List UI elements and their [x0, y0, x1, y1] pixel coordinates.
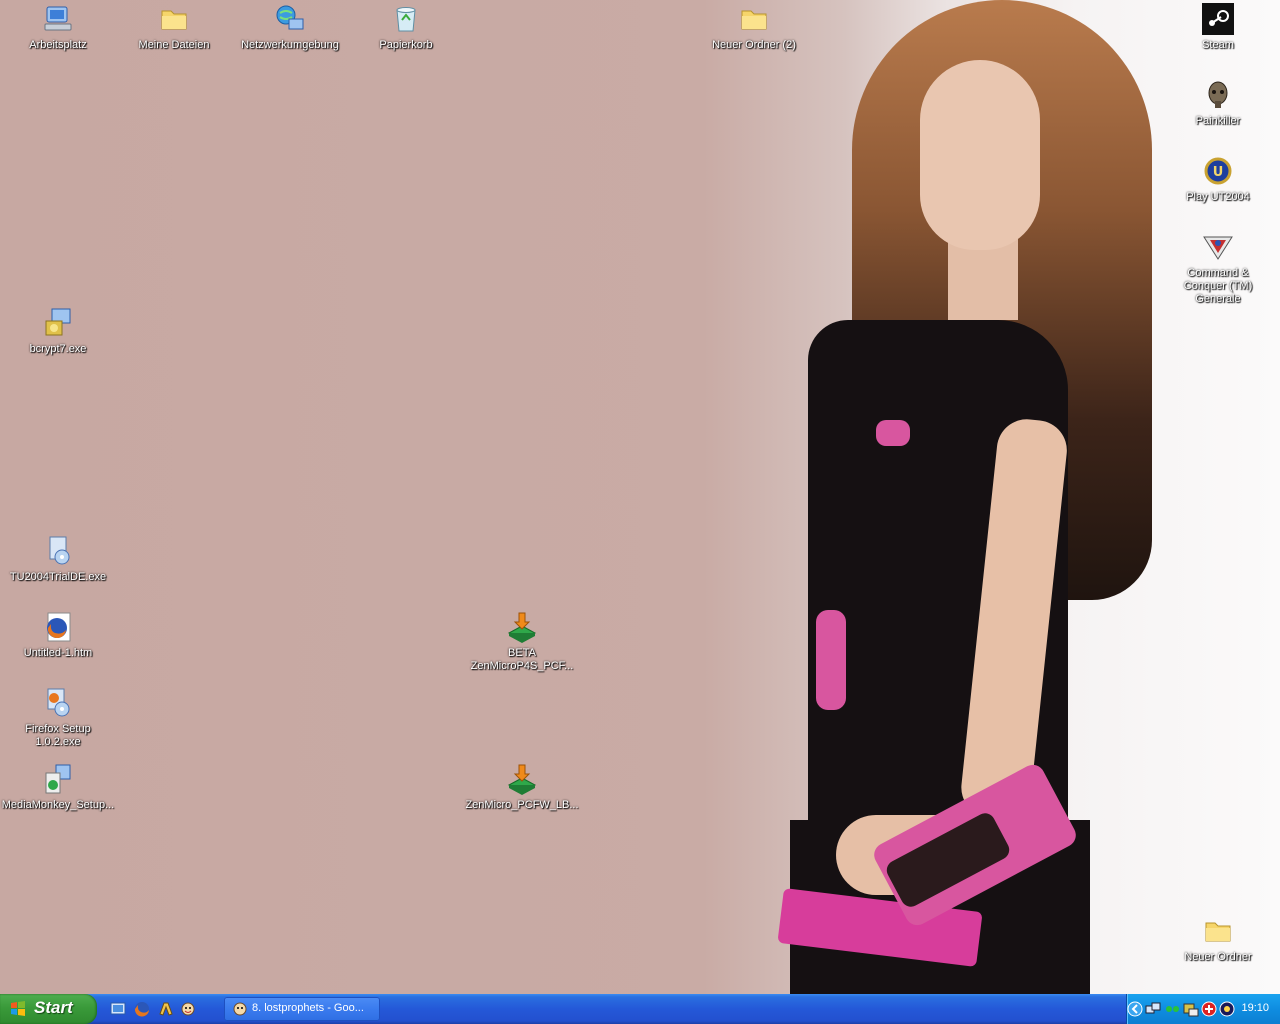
- antivirus-icon[interactable]: [1201, 1001, 1217, 1017]
- mediamonkey-setup-icon: [42, 763, 74, 795]
- system-tray: 19:10: [1126, 994, 1280, 1024]
- status-icon[interactable]: [1165, 1001, 1181, 1017]
- desktop-icon-neuer-ordner-2[interactable]: Neuer Ordner (2): [696, 3, 812, 52]
- desktop-icon-arbeitsplatz[interactable]: Arbeitsplatz: [0, 3, 116, 52]
- download-icon: [506, 763, 538, 795]
- desktop-icon-meine-dateien[interactable]: Meine Dateien: [116, 3, 232, 52]
- download-icon: [506, 611, 538, 643]
- desktop[interactable]: Arbeitsplatz Meine Dateien Netzwerkumgeb…: [0, 0, 1280, 994]
- taskbar: Start 8. lostprophets - Goo... 19:10: [0, 994, 1280, 1024]
- desktop-icon-bcrypt7[interactable]: bcrypt7.exe: [0, 307, 116, 356]
- desktop-icon-mediamonkey-setup[interactable]: MediaMonkey_Setup...: [0, 763, 116, 812]
- desktop-icon-untitled-htm[interactable]: Untitled-1.htm: [0, 611, 116, 660]
- network-icon[interactable]: [1145, 1001, 1161, 1017]
- folder-icon: [1202, 915, 1234, 947]
- desktop-icon-steam[interactable]: Steam: [1160, 3, 1276, 52]
- desktop-icon-tu2004trialde[interactable]: TU2004TrialDE.exe: [0, 535, 116, 584]
- folder-icon: [158, 3, 190, 35]
- painkiller-icon: [1202, 79, 1234, 111]
- steam-icon: [1202, 3, 1234, 35]
- volume-icon[interactable]: [1183, 1001, 1199, 1017]
- recycle-bin-icon: [390, 3, 422, 35]
- desktop-icon-papierkorb[interactable]: Papierkorb: [348, 3, 464, 52]
- desktop-icon-netzwerkumgebung[interactable]: Netzwerkumgebung: [232, 3, 348, 52]
- desktop-icon-play-ut2004[interactable]: U Play UT2004: [1160, 155, 1276, 204]
- task-button-winamp[interactable]: 8. lostprophets - Goo...: [224, 997, 380, 1021]
- my-computer-icon: [42, 3, 74, 35]
- desktop-icon-command-conquer-generals[interactable]: Command & Conquer (TM) Generale: [1160, 231, 1276, 306]
- winamp-icon[interactable]: [158, 1001, 174, 1017]
- svg-text:U: U: [1213, 165, 1224, 180]
- desktop-icon-painkiller[interactable]: Painkiller: [1160, 79, 1276, 128]
- setup-icon: [42, 535, 74, 567]
- setup-icon: [42, 687, 74, 719]
- clock[interactable]: 19:10: [1241, 1002, 1269, 1014]
- firefox-document-icon: [42, 611, 74, 643]
- windows-logo-icon: [11, 1001, 25, 1016]
- start-button[interactable]: Start: [0, 994, 97, 1024]
- wallpaper-face: [920, 60, 1040, 250]
- chevron-left-icon[interactable]: [1127, 1001, 1143, 1017]
- desktop-icon-zenmicro-pcfw[interactable]: ZenMicro_PCFW_LB...: [464, 763, 580, 812]
- gaim-icon[interactable]: [180, 1001, 196, 1017]
- installer-icon: [42, 307, 74, 339]
- desktop-icon-neuer-ordner[interactable]: Neuer Ordner: [1160, 915, 1276, 964]
- speaker-icon[interactable]: [1219, 1001, 1235, 1017]
- desktop-icon-beta-zenmicro[interactable]: BETA ZenMicroP4S_PCF...: [464, 611, 580, 673]
- ut2004-icon: U: [1202, 155, 1234, 187]
- wallpaper-shirt-print: [876, 420, 910, 446]
- command-conquer-icon: [1202, 231, 1234, 263]
- show-desktop-icon[interactable]: [110, 1001, 126, 1017]
- firefox-icon[interactable]: [134, 1001, 150, 1017]
- folder-icon: [738, 3, 770, 35]
- wallpaper-shirt-print: [816, 610, 846, 710]
- desktop-icon-firefox-setup[interactable]: Firefox Setup 1.0.2.exe: [0, 687, 116, 749]
- network-places-icon: [274, 3, 306, 35]
- winamp-icon: [233, 1002, 247, 1016]
